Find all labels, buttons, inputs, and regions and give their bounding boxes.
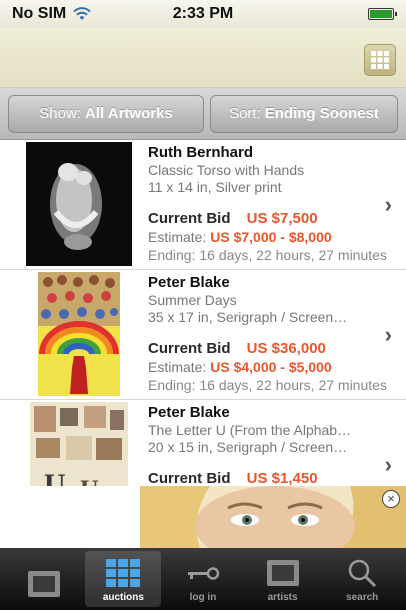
current-bid: Current Bid US $1,450: [148, 470, 404, 486]
list-item[interactable]: Ruth Bernhard Classic Torso with Hands 1…: [0, 140, 406, 270]
tab-search[interactable]: search: [324, 551, 400, 607]
current-bid-value: US $7,500: [246, 210, 318, 227]
wifi-icon: [72, 7, 92, 21]
listing-info: Peter Blake The Letter U (From the Alpha…: [148, 404, 404, 486]
estimate-value: US $4,000 - $5,000: [210, 359, 332, 375]
artwork-details: 35 x 17 in, Serigraph / Screen…: [148, 309, 348, 325]
list-item[interactable]: Peter Blake Summer Days 35 x 17 in, Seri…: [0, 270, 406, 400]
show-filter-button[interactable]: Show: All Artworks: [8, 94, 204, 133]
frame-icon: [27, 569, 61, 599]
artwork-details: 20 x 15 in, Serigraph / Screen…: [148, 439, 348, 455]
frame-icon: [266, 558, 300, 588]
chevron-right-icon: ›: [384, 322, 392, 347]
sort-label: Sort:: [229, 105, 261, 122]
tab-label: auctions: [102, 592, 144, 603]
listing-info: Peter Blake Summer Days 35 x 17 in, Seri…: [148, 274, 404, 394]
tab-label: log in: [189, 592, 217, 603]
current-bid-value: US $1,450: [246, 470, 318, 486]
listing-info: Ruth Bernhard Classic Torso with Hands 1…: [148, 144, 404, 264]
tab-bar: auctions log in artists search: [0, 548, 406, 610]
artist-name: Ruth Bernhard: [148, 144, 253, 161]
artwork-title: Summer Days: [148, 292, 237, 308]
current-bid-label: Current Bid: [148, 340, 231, 357]
current-bid-label: Current Bid: [148, 210, 231, 227]
tab-log-in[interactable]: log in: [165, 551, 241, 607]
tab-artists[interactable]: artists: [245, 551, 321, 607]
grid-icon: [106, 558, 141, 588]
key-icon: [186, 558, 220, 588]
svg-text:U: U: [44, 468, 66, 486]
estimate: Estimate: US $4,000 - $5,000: [148, 358, 404, 376]
tab-label: artists: [267, 592, 298, 603]
artist-name: Peter Blake: [148, 404, 230, 421]
battery-icon: [368, 8, 397, 20]
artwork-title: Classic Torso with Hands: [148, 162, 305, 178]
grid-icon: [371, 51, 389, 69]
artwork-details: 11 x 14 in, Silver print: [148, 179, 282, 195]
artwork-thumbnail: U U: [26, 402, 132, 486]
artwork-thumbnail: [26, 272, 132, 396]
list-item[interactable]: U U Peter Blake The Letter U (From the A…: [0, 400, 406, 486]
current-bid-value: US $36,000: [246, 340, 326, 357]
ad-image: [140, 486, 406, 548]
current-bid: Current Bid US $36,000: [148, 340, 404, 358]
current-bid: Current Bid US $7,500: [148, 210, 404, 228]
artwork-thumbnail: [26, 142, 132, 266]
estimate-label: Estimate:: [148, 229, 207, 245]
artwork-title: The Letter U (From the Alphab…: [148, 422, 352, 438]
nav-bar: [0, 28, 406, 88]
status-bar: No SIM 2:33 PM: [0, 0, 406, 28]
sort-button[interactable]: Sort: Ending Soonest: [210, 94, 398, 133]
close-ad-button[interactable]: ×: [382, 490, 400, 508]
chevron-right-icon: ›: [384, 192, 392, 217]
artist-name: Peter Blake: [148, 274, 230, 291]
artwork-list: Ruth Bernhard Classic Torso with Hands 1…: [0, 140, 406, 486]
grid-view-button[interactable]: [364, 44, 396, 76]
ending-time: Ending: 16 days, 22 hours, 27 minutes: [148, 247, 387, 263]
sort-value: Ending Soonest: [264, 105, 379, 122]
ending-time: Ending: 16 days, 22 hours, 27 minutes: [148, 377, 387, 393]
carrier-label: No SIM: [12, 5, 67, 22]
show-filter-label: Show:: [39, 105, 81, 122]
tab-label: search: [346, 592, 379, 603]
filter-bar: Show: All Artworks Sort: Ending Soonest: [0, 88, 406, 140]
estimate-value: US $7,000 - $8,000: [210, 229, 332, 245]
search-icon: [347, 558, 377, 588]
status-left: No SIM: [12, 5, 92, 23]
estimate: Estimate: US $7,000 - $8,000: [148, 228, 404, 246]
close-icon: ×: [387, 491, 395, 506]
current-bid-label: Current Bid: [148, 470, 231, 486]
show-filter-value: All Artworks: [84, 105, 173, 122]
estimate-label: Estimate:: [148, 359, 207, 375]
svg-text:U: U: [80, 475, 99, 486]
chevron-right-icon: ›: [384, 452, 392, 477]
ad-banner[interactable]: ×: [0, 486, 406, 548]
tab-auctions[interactable]: auctions: [85, 551, 162, 607]
tab-featured[interactable]: [6, 551, 82, 607]
